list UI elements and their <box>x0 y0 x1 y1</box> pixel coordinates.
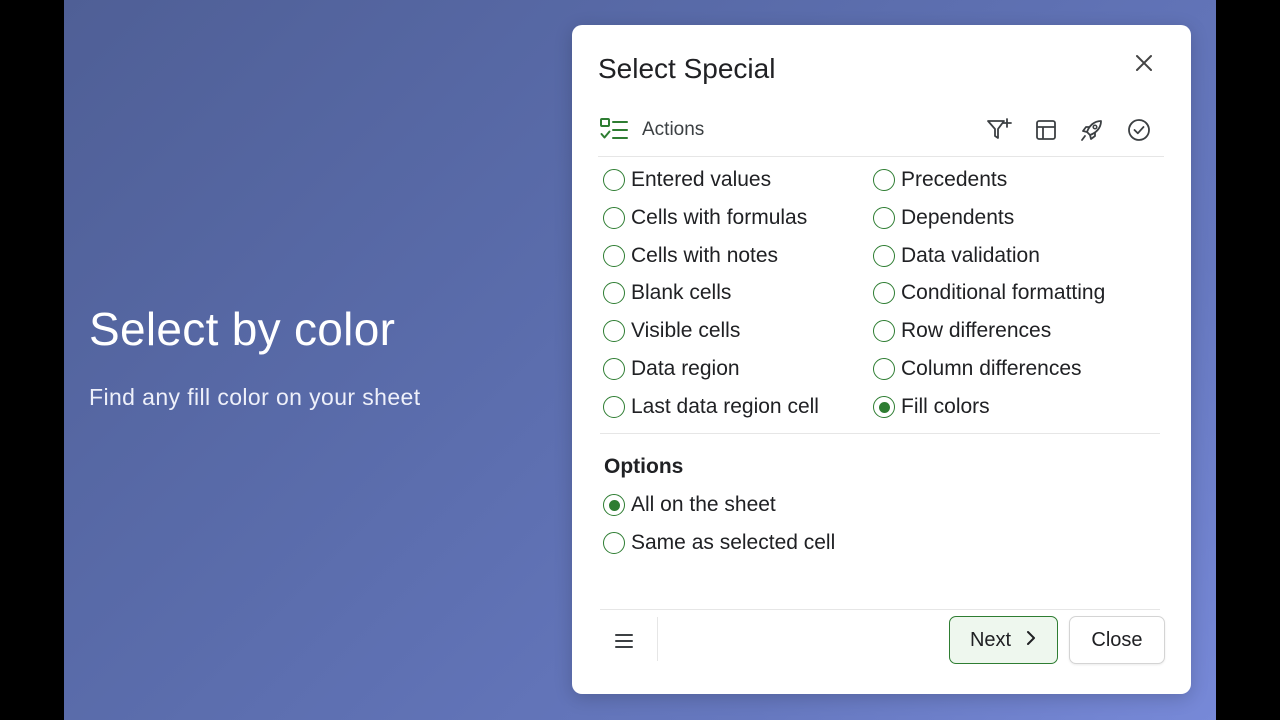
option-label: Conditional formatting <box>901 281 1106 304</box>
option-label: Visible cells <box>631 319 741 342</box>
radio-button[interactable] <box>873 282 895 304</box>
option-data-validation[interactable]: Data validation <box>873 241 1040 271</box>
option-label: Fill colors <box>901 395 990 418</box>
option-entered-values[interactable]: Entered values <box>603 165 771 195</box>
radio-button[interactable] <box>873 169 895 191</box>
actions-label: Actions <box>642 119 705 140</box>
option-precedents[interactable]: Precedents <box>873 165 1007 195</box>
option-last-data-region-cell[interactable]: Last data region cell <box>603 392 819 422</box>
option-label: Same as selected cell <box>631 531 836 554</box>
select-special-dialog: Select Special Actions Entered values Ce… <box>572 25 1191 694</box>
radio-button[interactable] <box>603 358 625 380</box>
option-dependents[interactable]: Dependents <box>873 203 1014 233</box>
hero-subtitle: Find any fill color on your sheet <box>89 384 421 410</box>
option-blank-cells[interactable]: Blank cells <box>603 278 731 308</box>
option-row-differences[interactable]: Row differences <box>873 316 1051 346</box>
radio-button-checked[interactable] <box>603 494 625 516</box>
radio-button[interactable] <box>603 207 625 229</box>
option-label: All on the sheet <box>631 493 776 516</box>
option-visible-cells[interactable]: Visible cells <box>603 316 740 346</box>
radio-button[interactable] <box>603 169 625 191</box>
hero-title: Select by color <box>89 303 396 355</box>
option-label: Cells with notes <box>631 244 779 267</box>
option-label: Data validation <box>901 244 1040 267</box>
option-label: Dependents <box>901 206 1015 229</box>
radio-button[interactable] <box>603 320 625 342</box>
option-conditional-formatting[interactable]: Conditional formatting <box>873 278 1105 308</box>
radio-button[interactable] <box>873 320 895 342</box>
option-fill-colors[interactable]: Fill colors <box>873 392 990 422</box>
radio-button[interactable] <box>873 207 895 229</box>
footer-separator <box>657 617 658 661</box>
option-column-differences[interactable]: Column differences <box>873 354 1082 384</box>
radio-button[interactable] <box>873 358 895 380</box>
option-cells-with-notes[interactable]: Cells with notes <box>603 241 778 271</box>
option-label: Data region <box>631 357 740 380</box>
footer-divider <box>600 609 1160 610</box>
radio-button[interactable] <box>603 532 625 554</box>
option-data-region[interactable]: Data region <box>603 354 740 384</box>
divider <box>600 433 1160 434</box>
actions-toolbar: Actions <box>598 113 1164 157</box>
next-button[interactable]: Next <box>949 616 1058 664</box>
radio-button[interactable] <box>603 245 625 267</box>
background-stage: Select by color Find any fill color on y… <box>64 0 1216 720</box>
close-icon[interactable] <box>1131 50 1157 76</box>
option-same-as-selected-cell[interactable]: Same as selected cell <box>603 528 835 558</box>
option-label: Column differences <box>901 357 1082 380</box>
option-cells-with-formulas[interactable]: Cells with formulas <box>603 203 807 233</box>
close-button[interactable]: Close <box>1069 616 1165 664</box>
option-label: Entered values <box>631 168 772 191</box>
table-icon[interactable] <box>1033 117 1059 143</box>
radio-button-checked[interactable] <box>873 396 895 418</box>
radio-button[interactable] <box>603 396 625 418</box>
option-label: Last data region cell <box>631 395 819 418</box>
option-all-on-sheet[interactable]: All on the sheet <box>603 490 776 520</box>
radio-button[interactable] <box>873 245 895 267</box>
next-button-label: Next <box>969 628 1012 651</box>
option-label: Precedents <box>901 168 1008 191</box>
chevron-right-icon <box>1025 629 1037 652</box>
checklist-icon <box>600 118 628 142</box>
option-label: Row differences <box>901 319 1052 342</box>
menu-icon[interactable] <box>614 627 634 655</box>
radio-button[interactable] <box>603 282 625 304</box>
option-label: Blank cells <box>631 281 732 304</box>
filter-plus-icon[interactable] <box>986 117 1012 143</box>
option-label: Cells with formulas <box>631 206 808 229</box>
rocket-icon[interactable] <box>1079 117 1105 143</box>
close-button-label: Close <box>1091 628 1143 651</box>
options-heading: Options <box>604 455 684 478</box>
dialog-title: Select Special <box>598 53 776 84</box>
check-circle-icon[interactable] <box>1126 117 1152 143</box>
